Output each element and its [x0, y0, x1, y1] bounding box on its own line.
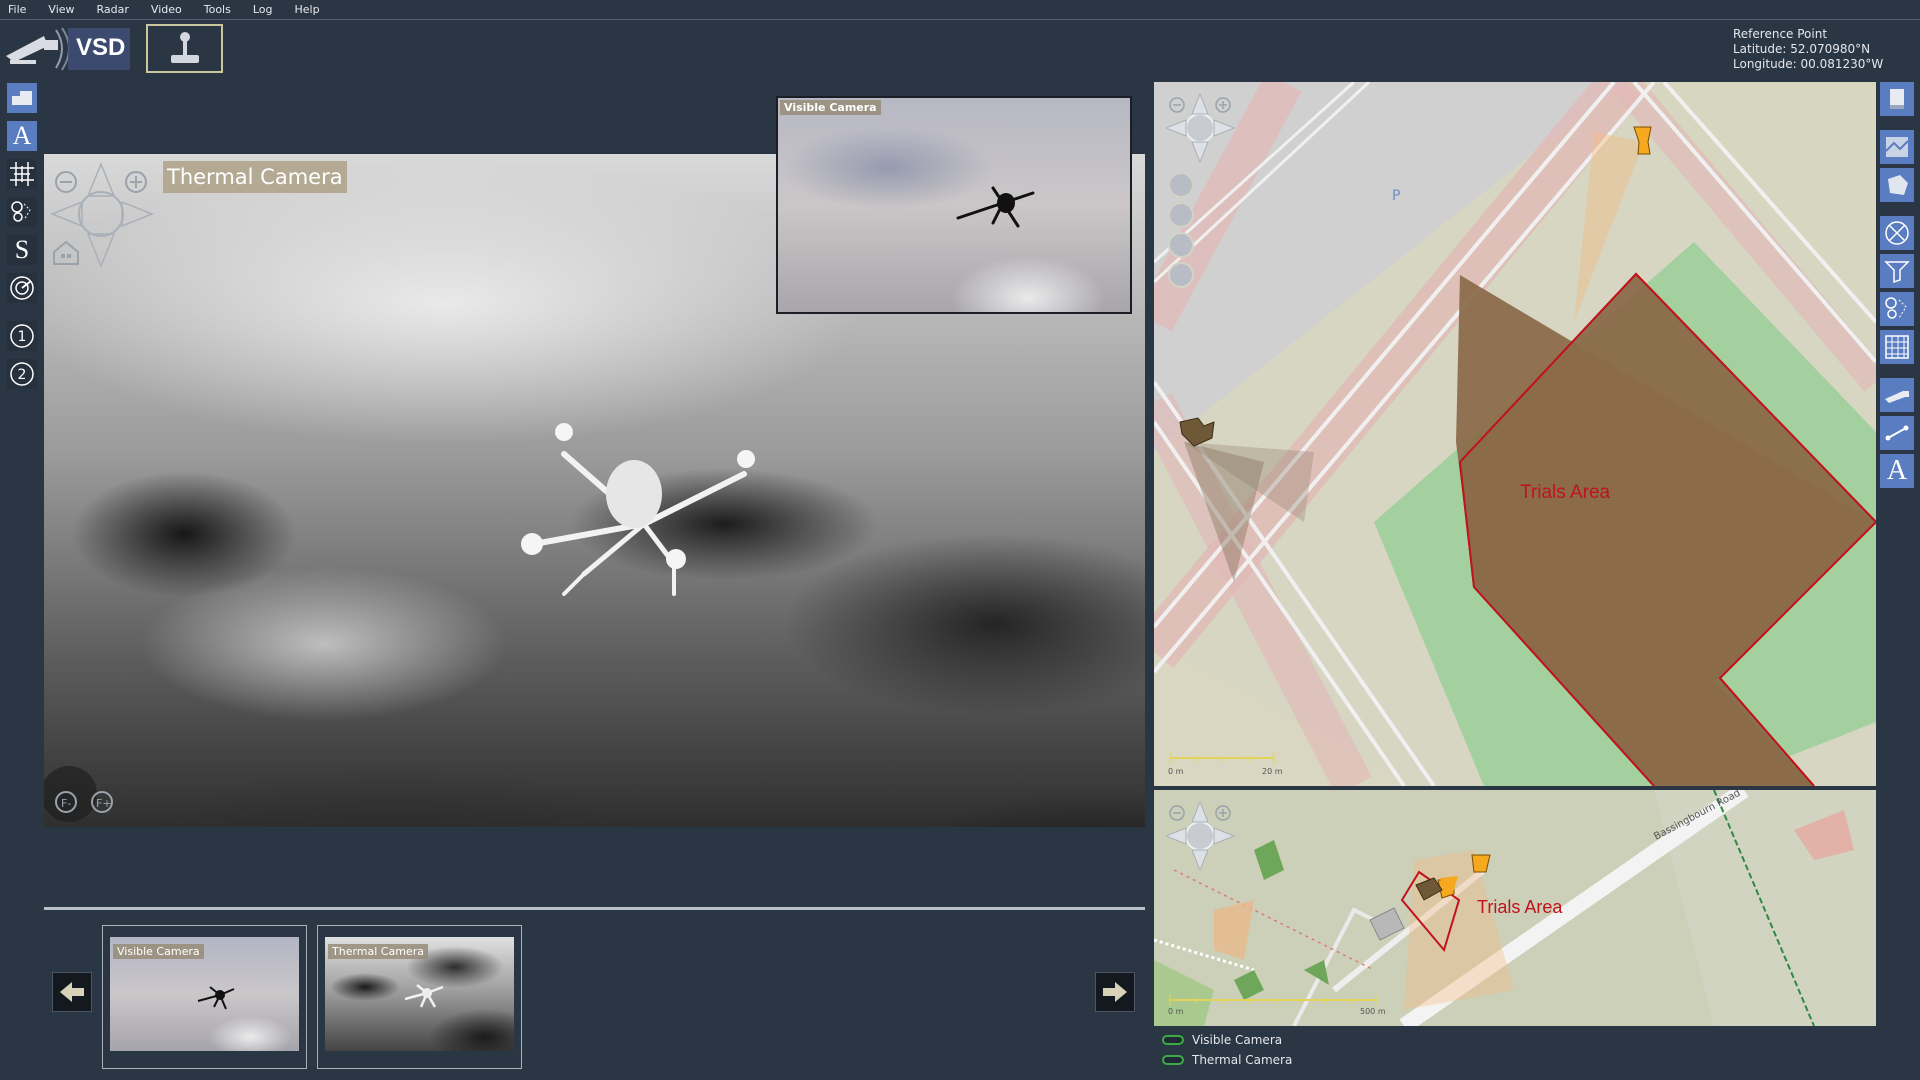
previous-camera-button[interactable] — [52, 972, 92, 1012]
text-icon: A — [12, 121, 32, 150]
main-map-pan-zoom[interactable] — [1166, 92, 1236, 164]
track-filter-button[interactable] — [6, 196, 38, 228]
svg-text:2: 2 — [18, 367, 27, 383]
visible-camera-inset[interactable] — [776, 96, 1132, 314]
preset-1-button[interactable]: 1 — [6, 320, 38, 352]
table-icon — [1885, 335, 1909, 359]
joystick-icon — [170, 31, 199, 63]
legend-toggle-icon[interactable] — [1162, 1055, 1184, 1065]
legend-toggle-icon[interactable] — [1162, 1035, 1184, 1045]
grid-button[interactable] — [6, 158, 38, 190]
camera-legend: Visible Camera Thermal Camera — [1162, 1030, 1292, 1070]
reference-title: Reference Point — [1733, 27, 1828, 41]
s-tool-icon: S — [14, 235, 30, 264]
layers-icon — [12, 91, 32, 105]
text-tool-icon: A — [1886, 455, 1908, 486]
next-camera-button[interactable] — [1095, 972, 1135, 1012]
svg-text:F+: F+ — [96, 797, 112, 810]
camera-tool-icon — [1885, 391, 1909, 403]
main-scale-start: 0 m — [1168, 767, 1184, 776]
reference-latitude: Latitude: 52.070980°N — [1733, 42, 1871, 56]
overview-map-view[interactable]: Bassingbourn Road 0 m 500 m Trials Area — [1154, 790, 1876, 1026]
focus-minus-icon[interactable]: F- — [54, 790, 80, 814]
left-toolbar: A S 1 2 — [6, 82, 38, 396]
overview-map-pan-zoom[interactable] — [1166, 800, 1236, 872]
radar-button[interactable] — [6, 272, 38, 304]
radar-icon — [10, 276, 34, 300]
main-scale-end: 20 m — [1262, 767, 1283, 776]
main-map-canvas: P 0 m 20 m — [1154, 82, 1876, 786]
right-toolbar: A — [1880, 82, 1916, 492]
s-tool-button[interactable]: S — [6, 234, 38, 266]
menu-radar[interactable]: Radar — [97, 3, 129, 16]
svg-text:F-: F- — [61, 797, 71, 810]
panel-button[interactable] — [1880, 82, 1914, 116]
filter-button[interactable] — [1880, 254, 1914, 288]
table-button[interactable] — [1880, 330, 1914, 364]
joystick-button[interactable] — [146, 24, 223, 73]
menu-bar: File View Radar Video Tools Log Help — [0, 0, 1920, 20]
grid-icon — [10, 162, 34, 186]
tracks-icon — [1885, 297, 1907, 319]
legend-item[interactable]: Thermal Camera — [1162, 1050, 1292, 1070]
line-tool-icon — [1885, 425, 1909, 441]
polygon-icon — [1888, 175, 1908, 195]
app-logo-text: VSD — [76, 34, 126, 61]
tracks-button[interactable] — [1880, 292, 1914, 326]
preset-2-button[interactable]: 2 — [6, 358, 38, 390]
menu-view[interactable]: View — [48, 3, 74, 16]
reference-point: Reference Point Latitude: 52.070980°N Lo… — [1733, 27, 1883, 72]
home-icon[interactable] — [52, 240, 80, 266]
layers-button[interactable] — [6, 82, 38, 114]
focus-plus-icon[interactable]: F+ — [90, 790, 116, 814]
map-image-button[interactable] — [1880, 130, 1914, 164]
overview-trials-area-label: Trials Area — [1477, 897, 1563, 917]
text-button[interactable]: A — [6, 120, 38, 152]
track-filter-icon — [11, 201, 31, 222]
menu-log[interactable]: Log — [253, 3, 273, 16]
thermal-camera-label: Thermal Camera — [163, 161, 347, 193]
thumbnail-thermal-camera[interactable]: Thermal Camera — [317, 925, 522, 1069]
mini-scale-start: 0 m — [1168, 1007, 1184, 1016]
trials-area-label: Trials Area — [1520, 482, 1611, 503]
legend-item[interactable]: Visible Camera — [1162, 1030, 1292, 1050]
text-tool-button[interactable]: A — [1880, 454, 1914, 488]
camera-tool-button[interactable] — [1880, 378, 1914, 412]
menu-tools[interactable]: Tools — [204, 3, 231, 16]
preset-2-icon: 2 — [10, 362, 34, 386]
mini-scale-end: 500 m — [1360, 1007, 1386, 1016]
drone-visible-image — [956, 186, 1035, 228]
thumbnail-visible-camera[interactable]: Visible Camera — [102, 925, 307, 1069]
menu-file[interactable]: File — [8, 3, 26, 16]
main-map-view[interactable]: P 0 m 20 m Trials Area — [1154, 82, 1876, 786]
filter-icon — [1884, 261, 1910, 284]
thumbnail-visible-label: Visible Camera — [113, 944, 204, 959]
thumbnail-thermal-label: Thermal Camera — [328, 944, 428, 959]
legend-label: Visible Camera — [1192, 1033, 1283, 1047]
line-tool-button[interactable] — [1880, 416, 1914, 450]
sensor-sweep-icon — [1885, 221, 1909, 245]
sensor-sweep-button[interactable] — [1880, 216, 1914, 250]
menu-help[interactable]: Help — [295, 3, 320, 16]
map-image-icon — [1885, 137, 1909, 157]
menu-video[interactable]: Video — [151, 3, 182, 16]
panel-icon — [1890, 89, 1904, 109]
visible-camera-label: Visible Camera — [780, 100, 881, 115]
legend-label: Thermal Camera — [1192, 1053, 1293, 1067]
svg-text:1: 1 — [18, 329, 27, 345]
arrow-right-icon — [1103, 982, 1127, 1002]
reference-longitude: Longitude: 00.081230°W — [1733, 57, 1884, 71]
preset-1-icon: 1 — [10, 324, 34, 348]
parking-label: P — [1392, 188, 1400, 204]
polygon-button[interactable] — [1880, 168, 1914, 202]
timeline-divider — [44, 907, 1145, 910]
arrow-left-icon — [60, 982, 84, 1002]
